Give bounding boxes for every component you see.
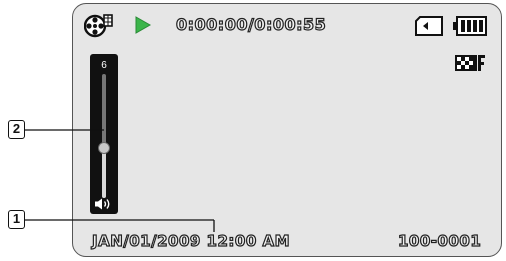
callout-lines xyxy=(25,129,215,232)
date-time-display: JAN/01/2009 12:00 AM xyxy=(91,231,291,250)
callout-1: 1 xyxy=(8,210,25,229)
callout-2: 2 xyxy=(8,120,25,139)
file-number-display: 100-0001 xyxy=(397,231,482,250)
